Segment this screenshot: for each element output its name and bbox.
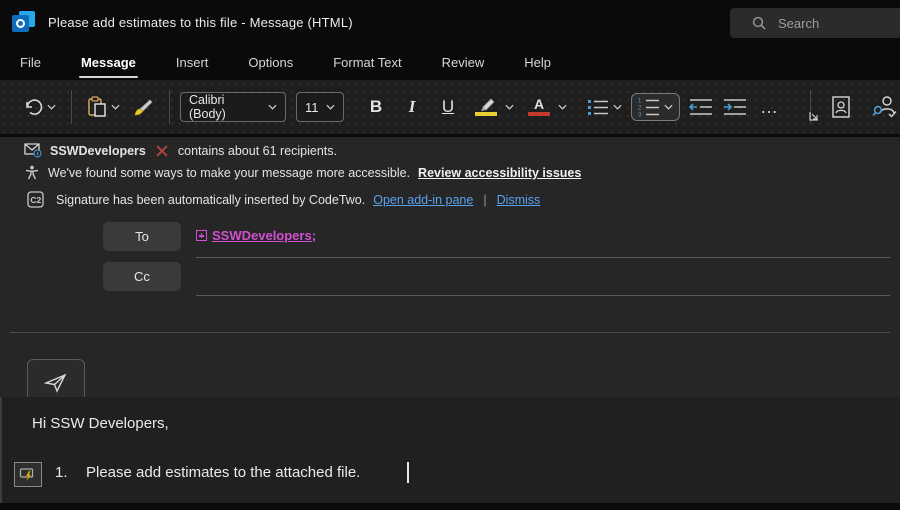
body-greeting: Hi SSW Developers, bbox=[32, 415, 169, 432]
bold-icon: B bbox=[363, 97, 389, 117]
title-bar: Please add estimates to this file - Mess… bbox=[0, 0, 900, 45]
tab-help[interactable]: Help bbox=[522, 49, 553, 76]
bullets-button[interactable] bbox=[582, 90, 627, 124]
cc-field-underline bbox=[196, 295, 890, 296]
ribbon-separator bbox=[169, 90, 170, 124]
format-painter-icon bbox=[130, 97, 154, 117]
numbering-icon: 1 2 3 bbox=[638, 97, 660, 117]
dialog-launcher-icon[interactable] bbox=[808, 110, 820, 122]
ribbon-toolbar: Calibri (Body) 11 B I U bbox=[0, 80, 900, 134]
search-icon bbox=[752, 16, 766, 30]
recipient-chip[interactable]: SSWDevelopers; bbox=[212, 228, 316, 243]
italic-icon: I bbox=[399, 97, 425, 117]
numbering-button-selected[interactable]: 1 2 3 bbox=[631, 93, 680, 121]
address-book-icon bbox=[830, 95, 852, 119]
search-placeholder: Search bbox=[778, 16, 819, 31]
to-field-underline bbox=[196, 257, 890, 258]
ribbon-separator bbox=[71, 90, 72, 124]
format-painter-button[interactable] bbox=[125, 90, 159, 124]
chevron-down-icon bbox=[326, 104, 335, 110]
expand-group-icon[interactable] bbox=[196, 230, 207, 241]
svg-text:3: 3 bbox=[638, 113, 642, 118]
underline-icon: U bbox=[435, 97, 461, 117]
send-icon bbox=[44, 373, 68, 393]
autocorrect-options-button[interactable] bbox=[14, 462, 42, 487]
chevron-down-icon bbox=[505, 104, 514, 110]
codetwo-icon: C2 bbox=[27, 191, 44, 208]
subject-underline bbox=[10, 332, 890, 333]
window-bottom-edge bbox=[0, 503, 900, 510]
chevron-down-icon bbox=[613, 104, 622, 110]
numbered-list-item: 1. Please add estimates to the attached … bbox=[2, 460, 900, 490]
remove-recipient-icon[interactable] bbox=[156, 145, 168, 157]
address-book-button[interactable] bbox=[825, 90, 857, 124]
search-input[interactable]: Search bbox=[730, 8, 900, 38]
list-item-text: Please add estimates to the attached fil… bbox=[86, 464, 360, 481]
envelope-info-icon bbox=[24, 143, 42, 158]
undo-button[interactable] bbox=[18, 90, 61, 124]
svg-text:2: 2 bbox=[638, 106, 642, 112]
highlight-icon bbox=[471, 90, 501, 124]
paste-button[interactable] bbox=[82, 90, 125, 124]
message-header: SSWDevelopers contains about 61 recipien… bbox=[0, 137, 900, 397]
accessibility-text: We've found some ways to make your messa… bbox=[48, 166, 410, 180]
highlight-color-button[interactable] bbox=[466, 90, 519, 124]
tab-review[interactable]: Review bbox=[440, 49, 487, 76]
open-addin-pane-link[interactable]: Open add-in pane bbox=[373, 193, 473, 207]
bold-button[interactable]: B bbox=[358, 90, 394, 124]
paste-icon bbox=[87, 96, 107, 118]
infobar-signature: C2 Signature has been automatically inse… bbox=[27, 191, 540, 208]
decrease-indent-icon bbox=[689, 98, 713, 116]
tab-insert[interactable]: Insert bbox=[174, 49, 211, 76]
autocorrect-lightning-icon bbox=[19, 467, 37, 483]
ribbon-tabs: File Message Insert Options Format Text … bbox=[0, 45, 900, 80]
more-options-button[interactable]: … bbox=[752, 97, 788, 118]
text-cursor bbox=[407, 462, 409, 483]
font-size-select[interactable]: 11 bbox=[296, 92, 344, 122]
cc-button[interactable]: Cc bbox=[103, 262, 181, 291]
infobar-accessibility: We've found some ways to make your messa… bbox=[24, 165, 581, 181]
font-color-icon: A bbox=[524, 90, 554, 124]
list-item-number: 1. bbox=[55, 464, 68, 481]
font-size-value: 11 bbox=[305, 100, 319, 115]
chevron-down-icon bbox=[268, 104, 277, 110]
tab-format-text[interactable]: Format Text bbox=[331, 49, 403, 76]
signature-text: Signature has been automatically inserte… bbox=[56, 193, 365, 207]
chevron-down-icon bbox=[47, 104, 56, 110]
recipient-group-name: SSWDevelopers bbox=[50, 144, 146, 158]
increase-indent-button[interactable] bbox=[718, 90, 752, 124]
infobar-recipients: SSWDevelopers contains about 61 recipien… bbox=[24, 143, 337, 158]
accessibility-icon bbox=[24, 165, 40, 181]
tab-file[interactable]: File bbox=[18, 49, 43, 76]
chevron-down-icon bbox=[558, 104, 567, 110]
dismiss-link[interactable]: Dismiss bbox=[497, 193, 541, 207]
check-names-icon bbox=[872, 95, 898, 119]
outlook-app-icon bbox=[12, 11, 36, 35]
window-title: Please add estimates to this file - Mess… bbox=[48, 15, 353, 30]
font-name-value: Calibri (Body) bbox=[189, 93, 264, 121]
review-accessibility-link[interactable]: Review accessibility issues bbox=[418, 166, 581, 180]
decrease-indent-button[interactable] bbox=[684, 90, 718, 124]
chevron-down-icon bbox=[111, 104, 120, 110]
to-button[interactable]: To bbox=[103, 222, 181, 251]
to-field[interactable]: SSWDevelopers; bbox=[196, 228, 316, 243]
font-color-button[interactable]: A bbox=[519, 90, 572, 124]
message-body-editor[interactable]: Hi SSW Developers, 1. Please add estimat… bbox=[0, 397, 900, 503]
increase-indent-icon bbox=[723, 98, 747, 116]
chevron-down-icon bbox=[664, 104, 673, 110]
underline-button[interactable]: U bbox=[430, 90, 466, 124]
font-name-select[interactable]: Calibri (Body) bbox=[180, 92, 286, 122]
outlook-message-window: Please add estimates to this file - Mess… bbox=[0, 0, 900, 510]
recipients-warning-text: contains about 61 recipients. bbox=[178, 144, 337, 158]
link-separator: | bbox=[483, 193, 486, 207]
svg-text:1: 1 bbox=[638, 99, 642, 105]
check-names-button[interactable] bbox=[867, 90, 900, 124]
svg-text:C2: C2 bbox=[30, 195, 41, 205]
bullets-icon bbox=[587, 98, 609, 116]
tab-options[interactable]: Options bbox=[246, 49, 295, 76]
tab-message[interactable]: Message bbox=[79, 49, 138, 76]
undo-icon bbox=[23, 98, 43, 116]
italic-button[interactable]: I bbox=[394, 90, 430, 124]
